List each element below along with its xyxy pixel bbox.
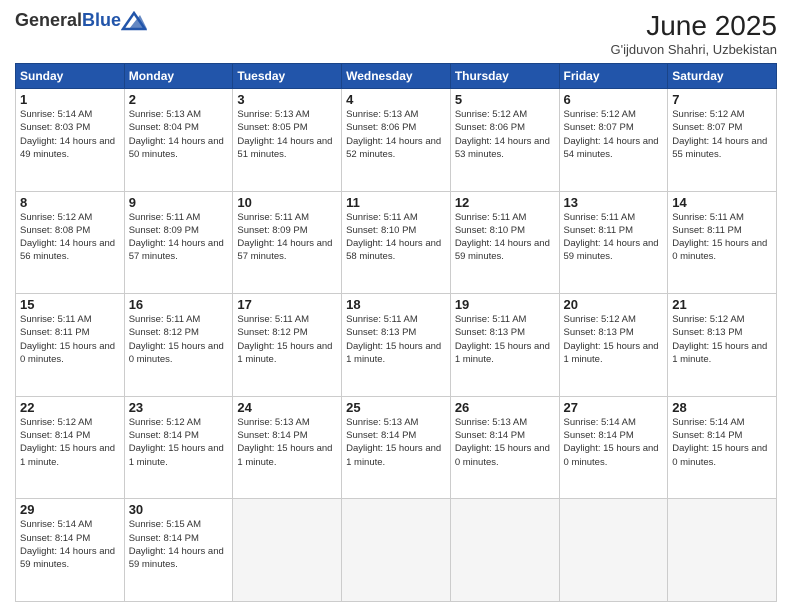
- calendar-table: Sunday Monday Tuesday Wednesday Thursday…: [15, 63, 777, 602]
- week-row-4: 22 Sunrise: 5:12 AMSunset: 8:14 PMDaylig…: [16, 396, 777, 499]
- day-21: 21 Sunrise: 5:12 AMSunset: 8:13 PMDaylig…: [668, 294, 777, 397]
- day-10: 10 Sunrise: 5:11 AMSunset: 8:09 PMDaylig…: [233, 191, 342, 294]
- col-friday: Friday: [559, 64, 668, 89]
- day-30: 30 Sunrise: 5:15 AMSunset: 8:14 PMDaylig…: [124, 499, 233, 602]
- day-26: 26 Sunrise: 5:13 AMSunset: 8:14 PMDaylig…: [450, 396, 559, 499]
- logo-blue: Blue: [82, 10, 121, 30]
- col-tuesday: Tuesday: [233, 64, 342, 89]
- empty-cell-3: [450, 499, 559, 602]
- col-sunday: Sunday: [16, 64, 125, 89]
- week-row-2: 8 Sunrise: 5:12 AMSunset: 8:08 PMDayligh…: [16, 191, 777, 294]
- month-year: June 2025: [610, 10, 777, 42]
- day-23: 23 Sunrise: 5:12 AMSunset: 8:14 PMDaylig…: [124, 396, 233, 499]
- empty-cell-5: [668, 499, 777, 602]
- day-1: 1 Sunrise: 5:14 AMSunset: 8:03 PMDayligh…: [16, 89, 125, 192]
- title-block: June 2025 G'ijduvon Shahri, Uzbekistan: [610, 10, 777, 57]
- day-19: 19 Sunrise: 5:11 AMSunset: 8:13 PMDaylig…: [450, 294, 559, 397]
- header-row: Sunday Monday Tuesday Wednesday Thursday…: [16, 64, 777, 89]
- day-4: 4 Sunrise: 5:13 AMSunset: 8:06 PMDayligh…: [342, 89, 451, 192]
- logo-icon: [121, 11, 147, 31]
- day-24: 24 Sunrise: 5:13 AMSunset: 8:14 PMDaylig…: [233, 396, 342, 499]
- day-12: 12 Sunrise: 5:11 AMSunset: 8:10 PMDaylig…: [450, 191, 559, 294]
- day-2: 2 Sunrise: 5:13 AMSunset: 8:04 PMDayligh…: [124, 89, 233, 192]
- day-22: 22 Sunrise: 5:12 AMSunset: 8:14 PMDaylig…: [16, 396, 125, 499]
- day-18: 18 Sunrise: 5:11 AMSunset: 8:13 PMDaylig…: [342, 294, 451, 397]
- empty-cell-1: [233, 499, 342, 602]
- location: G'ijduvon Shahri, Uzbekistan: [610, 42, 777, 57]
- day-5: 5 Sunrise: 5:12 AMSunset: 8:06 PMDayligh…: [450, 89, 559, 192]
- week-row-3: 15 Sunrise: 5:11 AMSunset: 8:11 PMDaylig…: [16, 294, 777, 397]
- day-16: 16 Sunrise: 5:11 AMSunset: 8:12 PMDaylig…: [124, 294, 233, 397]
- day-6: 6 Sunrise: 5:12 AMSunset: 8:07 PMDayligh…: [559, 89, 668, 192]
- header: GeneralBlue June 2025 G'ijduvon Shahri, …: [15, 10, 777, 57]
- week-row-5: 29 Sunrise: 5:14 AMSunset: 8:14 PMDaylig…: [16, 499, 777, 602]
- day-15: 15 Sunrise: 5:11 AMSunset: 8:11 PMDaylig…: [16, 294, 125, 397]
- day-28: 28 Sunrise: 5:14 AMSunset: 8:14 PMDaylig…: [668, 396, 777, 499]
- empty-cell-2: [342, 499, 451, 602]
- page: GeneralBlue June 2025 G'ijduvon Shahri, …: [0, 0, 792, 612]
- day-17: 17 Sunrise: 5:11 AMSunset: 8:12 PMDaylig…: [233, 294, 342, 397]
- logo-general: General: [15, 10, 82, 30]
- empty-cell-4: [559, 499, 668, 602]
- day-9: 9 Sunrise: 5:11 AMSunset: 8:09 PMDayligh…: [124, 191, 233, 294]
- day-20: 20 Sunrise: 5:12 AMSunset: 8:13 PMDaylig…: [559, 294, 668, 397]
- day-11: 11 Sunrise: 5:11 AMSunset: 8:10 PMDaylig…: [342, 191, 451, 294]
- day-29: 29 Sunrise: 5:14 AMSunset: 8:14 PMDaylig…: [16, 499, 125, 602]
- col-thursday: Thursday: [450, 64, 559, 89]
- logo: GeneralBlue: [15, 10, 147, 31]
- day-14: 14 Sunrise: 5:11 AMSunset: 8:11 PMDaylig…: [668, 191, 777, 294]
- col-wednesday: Wednesday: [342, 64, 451, 89]
- week-row-1: 1 Sunrise: 5:14 AMSunset: 8:03 PMDayligh…: [16, 89, 777, 192]
- day-27: 27 Sunrise: 5:14 AMSunset: 8:14 PMDaylig…: [559, 396, 668, 499]
- logo-text: GeneralBlue: [15, 10, 121, 31]
- day-25: 25 Sunrise: 5:13 AMSunset: 8:14 PMDaylig…: [342, 396, 451, 499]
- day-7: 7 Sunrise: 5:12 AMSunset: 8:07 PMDayligh…: [668, 89, 777, 192]
- day-8: 8 Sunrise: 5:12 AMSunset: 8:08 PMDayligh…: [16, 191, 125, 294]
- col-monday: Monday: [124, 64, 233, 89]
- day-13: 13 Sunrise: 5:11 AMSunset: 8:11 PMDaylig…: [559, 191, 668, 294]
- col-saturday: Saturday: [668, 64, 777, 89]
- day-3: 3 Sunrise: 5:13 AMSunset: 8:05 PMDayligh…: [233, 89, 342, 192]
